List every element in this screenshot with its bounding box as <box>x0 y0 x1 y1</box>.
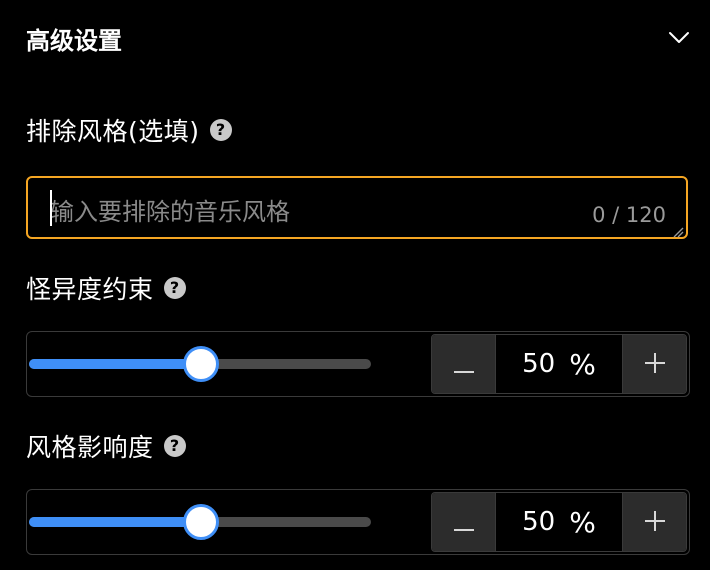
resize-handle-icon[interactable] <box>672 223 684 238</box>
slider-fill <box>29 517 200 527</box>
weirdness-slider[interactable] <box>29 332 371 396</box>
text-caret <box>50 190 52 226</box>
exclude-style-field[interactable]: 0 / 120 <box>26 176 688 239</box>
style-influence-control: 50 % <box>26 489 690 555</box>
advanced-settings-header[interactable]: 高级设置 <box>26 18 692 58</box>
plus-icon <box>644 505 666 540</box>
percent-unit: % <box>569 347 596 381</box>
decrement-button[interactable] <box>432 335 496 393</box>
minus-icon <box>453 347 475 382</box>
help-icon[interactable]: ? <box>163 435 186 457</box>
style-influence-label: 风格影响度 <box>26 433 154 462</box>
weirdness-value: 50 <box>522 349 556 379</box>
increment-button[interactable] <box>622 335 686 393</box>
style-influence-label-row: 风格影响度 ? <box>26 428 186 464</box>
percent-unit: % <box>569 505 596 539</box>
weirdness-stepper: 50 % <box>431 334 687 394</box>
char-counter: 0 / 120 <box>592 203 666 227</box>
plus-icon <box>644 347 666 382</box>
increment-button[interactable] <box>622 493 686 551</box>
weirdness-label-row: 怪异度约束 ? <box>26 270 186 306</box>
section-title: 高级设置 <box>26 26 122 55</box>
chevron-down-icon[interactable] <box>666 25 692 51</box>
help-icon[interactable]: ? <box>163 277 186 299</box>
exclude-style-label-row: 排除风格(选填) ? <box>26 112 232 148</box>
style-influence-slider[interactable] <box>29 490 371 554</box>
weirdness-control: 50 % <box>26 331 690 397</box>
exclude-style-label: 排除风格(选填) <box>26 117 200 146</box>
slider-thumb[interactable] <box>183 346 219 382</box>
help-icon[interactable]: ? <box>209 119 232 141</box>
weirdness-value-field[interactable]: 50 % <box>496 335 622 393</box>
style-influence-value: 50 <box>522 507 556 537</box>
advanced-settings-panel: 高级设置 排除风格(选填) ? 0 / 120 怪异度约束 ? <box>0 0 710 570</box>
exclude-style-input[interactable] <box>28 178 686 237</box>
style-influence-value-field[interactable]: 50 % <box>496 493 622 551</box>
style-influence-stepper: 50 % <box>431 492 687 552</box>
weirdness-label: 怪异度约束 <box>26 275 154 304</box>
slider-fill <box>29 359 200 369</box>
minus-icon <box>453 505 475 540</box>
slider-thumb[interactable] <box>183 504 219 540</box>
decrement-button[interactable] <box>432 493 496 551</box>
